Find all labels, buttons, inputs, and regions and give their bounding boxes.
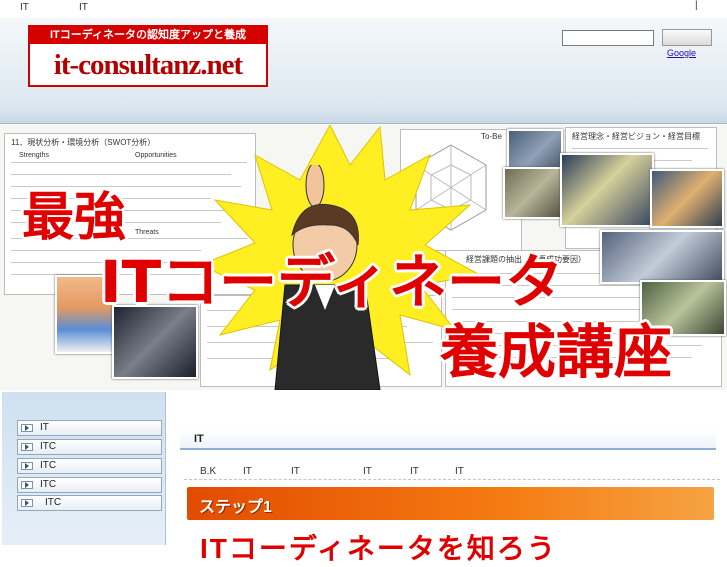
nav-link-3[interactable]: IT <box>291 466 300 477</box>
arrow-icon <box>21 481 33 489</box>
sidebar-item-2[interactable]: ITC <box>17 439 162 455</box>
top-text-1: IT <box>20 2 29 13</box>
divider <box>184 479 720 480</box>
search-input[interactable] <box>562 30 654 46</box>
sidebar-item-label: ITC <box>40 479 57 490</box>
sidebar: IT ITC ITC ITC ITC <box>2 392 166 545</box>
step-label: ステップ1 <box>199 499 272 516</box>
logo-tagline: ITコーディネータの認知度アップと養成 <box>30 27 266 44</box>
search-button[interactable] <box>662 29 712 46</box>
sidebar-item-label: ITC <box>45 497 62 508</box>
main-content: IT B.K IT IT IT IT IT ステップ1 ITコーディネータを知ろ… <box>170 392 727 564</box>
sidebar-item-4[interactable]: ITC <box>17 477 162 493</box>
step-heading: ITコーディネータを知ろう <box>200 533 557 564</box>
sidebar-item-label: IT <box>40 422 49 433</box>
nav-link-2[interactable]: IT <box>243 466 252 477</box>
site-header: ITコーディネータの認知度アップと養成 it-consultanz.net Go… <box>0 18 727 124</box>
arrow-icon <box>21 443 33 451</box>
sidebar-item-1[interactable]: IT <box>17 420 162 436</box>
arrow-icon <box>21 499 33 507</box>
step-banner: ステップ1 <box>187 487 714 520</box>
header-separator: | <box>695 0 698 11</box>
google-link[interactable]: Google <box>667 48 696 58</box>
hero-banner: 11．現状分析・環境分析（SWOT分析） Strengths Opportuni… <box>0 125 727 390</box>
arrow-icon <box>21 462 33 470</box>
sidebar-item-label: ITC <box>40 460 57 471</box>
section-title: IT <box>180 430 716 450</box>
sidebar-item-3[interactable]: ITC <box>17 458 162 474</box>
section-title-text: IT <box>194 433 204 445</box>
seminar-photo-4 <box>650 169 724 228</box>
arrow-icon <box>21 424 33 432</box>
seminar-photo-5 <box>600 230 724 284</box>
top-bar: IT IT <box>0 0 727 18</box>
banner-title-3: 養成講座 <box>440 318 673 386</box>
site-logo[interactable]: ITコーディネータの認知度アップと養成 it-consultanz.net <box>28 25 268 87</box>
nav-link-1[interactable]: B.K <box>200 466 216 477</box>
nav-link-4[interactable]: IT <box>363 466 372 477</box>
nav-link-6[interactable]: IT <box>455 466 464 477</box>
logo-site-name: it-consultanz.net <box>53 49 243 81</box>
sidebar-item-5[interactable]: ITC <box>17 495 162 511</box>
sidebar-item-label: ITC <box>40 441 57 452</box>
nav-link-5[interactable]: IT <box>410 466 419 477</box>
top-text-2: IT <box>79 2 88 13</box>
seminar-photo-2 <box>503 167 563 219</box>
seminar-photo-3 <box>560 153 654 227</box>
